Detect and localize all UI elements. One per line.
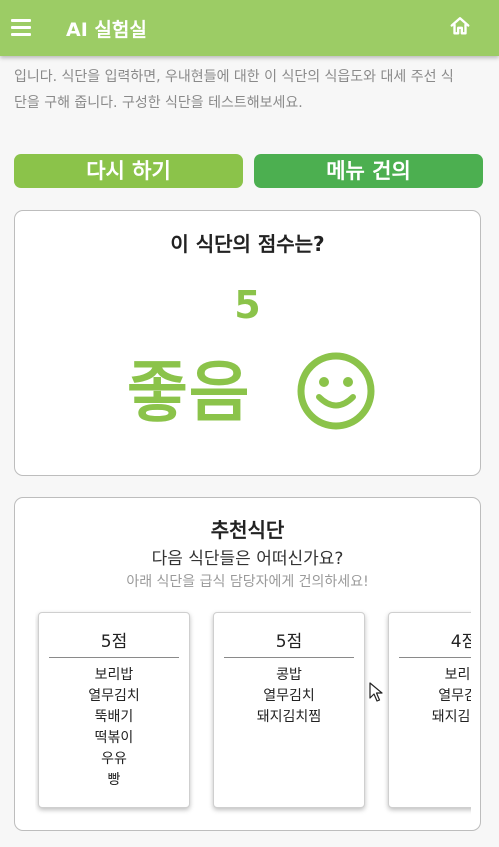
recommendation-card: 추천식단 다음 식단들은 어떠신가요? 아래 식단을 급식 담당자에게 건의하세…: [14, 497, 481, 831]
recommendation-title: 추천식단: [210, 518, 285, 542]
menu-item: 뚝배기: [94, 709, 134, 725]
app-title: AI 실험실: [66, 19, 147, 41]
divider: [224, 657, 354, 658]
app-bar: AI 실험실: [0, 0, 499, 56]
menu-item: 떡볶이: [94, 730, 134, 746]
menu-score: 5점: [100, 632, 128, 652]
divider: [49, 657, 179, 658]
score-verdict: 좋음: [127, 354, 251, 431]
intro-text: 입니다. 식단을 입력하면, 우내현들에 대한 이 식단의 식읍도와 대세 주선…: [14, 64, 484, 116]
menu-carousel[interactable]: 5점 보리밥 열무김치 뚝배기 떡볶이 우유 빵 5점 콩밥 열무김치 돼지김치…: [35, 606, 471, 816]
score-value: 5: [234, 283, 261, 327]
divider: [399, 657, 471, 658]
hamburger-menu-icon[interactable]: [10, 16, 34, 38]
menu-item: 돼지김치찜: [256, 709, 322, 725]
menu-card[interactable]: 5점 콩밥 열무김치 돼지김치찜: [213, 612, 365, 808]
menu-item: 보리밥: [444, 667, 471, 683]
menu-item: 열무김치: [438, 688, 471, 704]
menu-item: 열무김치: [88, 688, 140, 704]
menu-item: 돼지김치찜: [431, 709, 471, 725]
menu-item-list: 콩밥 열무김치 돼지김치찜: [214, 665, 364, 728]
recommendation-question: 다음 식단들은 어떠신가요?: [151, 549, 344, 569]
menu-item: 보리밥: [94, 667, 134, 683]
menu-item: 빵: [107, 772, 121, 788]
suggest-menu-button[interactable]: 메뉴 건의: [254, 154, 483, 188]
retry-button[interactable]: 다시 하기: [14, 154, 243, 188]
menu-card[interactable]: 4점 보리밥 열무김치 돼지김치찜: [388, 612, 471, 808]
score-heading: 이 식단의 점수는?: [170, 232, 325, 256]
intro-line-1: 입니다. 식단을 입력하면, 우내현들에 대한 이 식단의 식읍도와 대세 주선…: [14, 69, 454, 85]
recommendation-hint: 아래 식단을 급식 담당자에게 건의하세요!: [126, 574, 369, 590]
menu-score: 5점: [275, 632, 303, 652]
menu-item: 우유: [101, 751, 127, 767]
score-card: 이 식단의 점수는? 5 좋음: [14, 210, 481, 476]
menu-item-list: 보리밥 열무김치 돼지김치찜: [389, 665, 471, 728]
mouse-cursor-icon: [369, 682, 383, 702]
menu-item-list: 보리밥 열무김치 뚝배기 떡볶이 우유 빵: [39, 665, 189, 791]
menu-score: 4점: [450, 632, 471, 652]
menu-card[interactable]: 5점 보리밥 열무김치 뚝배기 떡볶이 우유 빵: [38, 612, 190, 808]
intro-line-2: 단을 구해 줍니다. 구성한 식단을 테스트해보세요.: [14, 95, 303, 111]
smiley-face-icon: [296, 351, 376, 431]
home-icon[interactable]: [449, 15, 473, 39]
menu-item: 콩밥: [276, 667, 302, 683]
menu-item: 열무김치: [263, 688, 315, 704]
